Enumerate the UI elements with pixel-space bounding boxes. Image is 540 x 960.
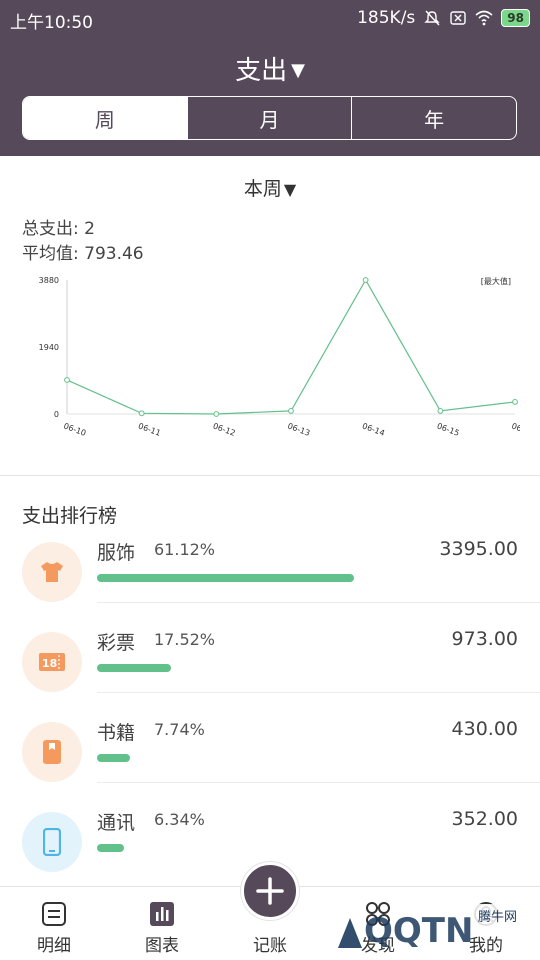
row-divider — [97, 782, 540, 783]
dropdown-triangle-icon: ▼ — [283, 180, 297, 199]
series-line — [66, 278, 516, 415]
type-selector[interactable]: 支出 ▼ — [0, 50, 540, 87]
plus-icon — [256, 877, 284, 905]
ranking-item[interactable]: 18 彩票 17.52% 973.00 — [0, 628, 540, 722]
ranking-item-percent: 7.74% — [154, 720, 205, 739]
data-point — [362, 277, 369, 283]
y-tick-label: 3880 — [39, 276, 59, 285]
tab-charts-label: 图表 — [145, 936, 179, 956]
ranking-item-amount: 352.00 — [451, 808, 518, 830]
ranking-item-progress-bar — [97, 664, 171, 672]
ranking-item[interactable]: 服饰 61.12% 3395.00 — [0, 538, 540, 632]
ranking-item-percent: 61.12% — [154, 540, 216, 559]
data-point — [288, 407, 294, 414]
network-speed: 185K/s — [357, 8, 416, 28]
phone-icon — [22, 812, 82, 872]
add-record-button[interactable] — [241, 862, 299, 920]
chart-legend: [最大值] — [481, 276, 511, 286]
ranking-title: 支出排行榜 — [22, 505, 118, 527]
data-point — [138, 410, 145, 417]
ranking-item-name: 服饰 — [97, 542, 136, 564]
data-point — [512, 399, 518, 405]
expense-line-chart: 3880 1940 0 [最大值] 06-10 06-11 06-12 06-13 06-14 0… — [39, 276, 520, 438]
watermark-site: 腾牛网 — [478, 909, 517, 925]
sim-off-icon — [450, 11, 466, 25]
ranking-item-percent: 6.34% — [154, 810, 205, 829]
svg-text:18: 18 — [42, 657, 57, 670]
bar-chart-icon — [150, 902, 174, 926]
qqtn-watermark-logo: QQTN 腾牛网 — [338, 904, 533, 951]
period-label: 本周 — [243, 178, 282, 200]
period-tabs: 周 月 年 — [22, 96, 517, 140]
y-tick-label: 0 — [54, 410, 59, 419]
ranking-item[interactable]: 书籍 7.74% 430.00 — [0, 718, 540, 812]
ranking-item-progress-bar — [97, 754, 130, 762]
section-divider — [0, 475, 540, 476]
row-divider — [97, 692, 540, 693]
tab-details-label: 明细 — [37, 936, 71, 956]
status-time: 上午10:50 — [10, 13, 93, 33]
dropdown-triangle-icon: ▼ — [291, 60, 305, 81]
ranking-item-name: 书籍 — [97, 722, 136, 744]
mute-bell-icon — [424, 10, 440, 26]
ranking-item-amount: 3395.00 — [439, 538, 518, 560]
status-bar: 上午10:50 185K/s 98 — [0, 0, 540, 36]
row-divider — [97, 602, 540, 603]
tab-year[interactable]: 年 — [351, 97, 516, 139]
ranking-item-amount: 973.00 — [451, 628, 518, 650]
ranking-item-progress-bar — [97, 574, 354, 582]
status-icons: 185K/s 98 — [357, 8, 530, 28]
ranking-item-amount: 430.00 — [451, 718, 518, 740]
wifi-icon — [475, 10, 493, 26]
x-tick-label: 06-12 — [212, 421, 237, 437]
x-tick-label: 06-11 — [137, 421, 162, 437]
tab-add-label: 记账 — [253, 936, 287, 956]
tab-details[interactable]: 明细 — [0, 887, 108, 960]
x-tick-label: 06-13 — [286, 421, 311, 437]
x-tick-label: 06-10 — [62, 421, 87, 437]
data-point — [213, 411, 220, 417]
x-tick-label: 06-16 — [510, 421, 520, 437]
battery-icon: 98 — [501, 9, 530, 27]
data-point — [437, 407, 444, 414]
total-expense: 总支出: 2 — [22, 219, 95, 239]
period-selector[interactable]: 本周 ▼ — [0, 174, 540, 201]
shirt-icon — [22, 542, 82, 602]
lottery-icon: 18 — [22, 632, 82, 692]
average-value: 平均值: 793.46 — [22, 244, 144, 264]
tab-month[interactable]: 月 — [186, 97, 352, 139]
ranking-item-percent: 17.52% — [154, 630, 216, 649]
header: 支出 ▼ 周 月 年 — [0, 36, 540, 156]
data-point — [64, 377, 70, 383]
ranking-item-name: 通讯 — [97, 812, 136, 834]
summary: 总支出: 2 平均值: 793.46 — [22, 217, 144, 267]
tab-week[interactable]: 周 — [23, 97, 187, 139]
page-title: 支出 — [235, 56, 288, 86]
x-tick-label: 06-14 — [361, 421, 386, 437]
tab-charts[interactable]: 图表 — [108, 887, 216, 960]
ranking-item-progress-bar — [97, 844, 124, 852]
watermark-text: QQTN — [364, 911, 473, 951]
x-tick-label: 06-15 — [436, 421, 461, 437]
y-tick-label: 1940 — [39, 343, 59, 352]
list-icon — [42, 902, 66, 926]
ranking-item-name: 彩票 — [97, 632, 136, 654]
book-icon — [22, 722, 82, 782]
